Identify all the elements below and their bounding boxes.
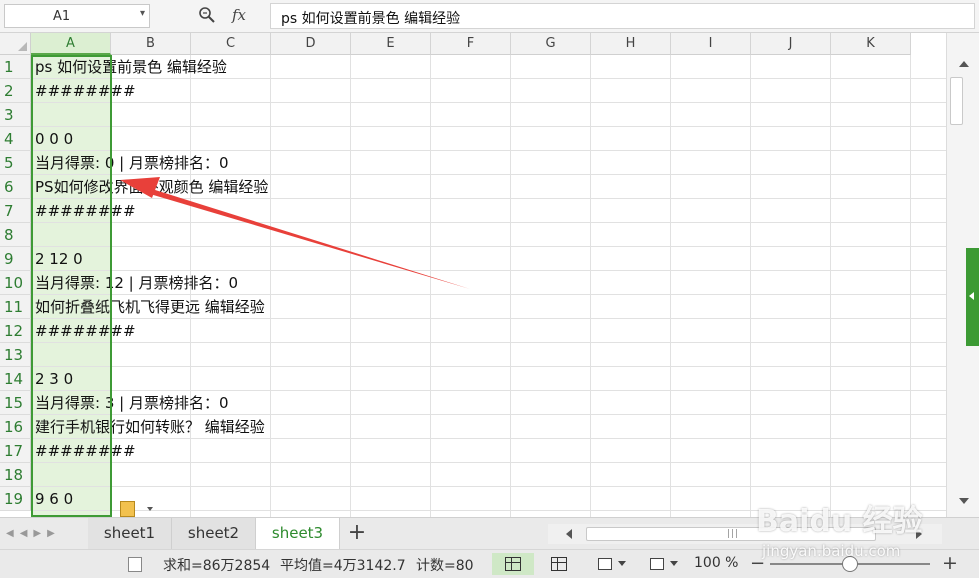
row-header-18[interactable]: 18 [0, 463, 31, 487]
status-count: 计数=80 [416, 558, 474, 574]
watermark-url: jingyan.baidu.com [762, 542, 901, 560]
page-break-view-icon [551, 557, 567, 571]
row-header-11[interactable]: 11 [0, 295, 31, 319]
column-header-c[interactable]: C [191, 33, 271, 55]
scroll-up-icon[interactable] [959, 61, 969, 67]
column-gridline [590, 55, 591, 517]
tab-sheet2[interactable]: sheet2 [172, 518, 256, 549]
row-header-6[interactable]: 6 [0, 175, 31, 199]
formula-bar: A1 ▾ fx ps 如何设置前景色 编辑经验 [0, 0, 979, 33]
row-header-16[interactable]: 16 [0, 415, 31, 439]
column-header-k[interactable]: K [831, 33, 911, 55]
column-header-d[interactable]: D [271, 33, 351, 55]
scroll-down-icon[interactable] [959, 498, 969, 504]
column-header-f[interactable]: F [431, 33, 511, 55]
status-sum: 求和=86万2854 [163, 558, 271, 574]
select-all-corner[interactable] [0, 33, 31, 55]
sheet-nav-arrows-icon[interactable]: ◀◀▶▶ [6, 528, 86, 540]
column-header-i[interactable]: I [671, 33, 751, 55]
row-gridline [31, 486, 946, 487]
zoom-icon[interactable] [198, 5, 216, 25]
column-gridline [670, 55, 671, 517]
normal-view-button[interactable] [492, 553, 534, 575]
row-gridline [31, 366, 946, 367]
row-gridline [31, 102, 946, 103]
vertical-scroll-thumb[interactable] [950, 77, 963, 125]
column-gridline [910, 55, 911, 517]
chevron-down-icon[interactable] [670, 561, 678, 566]
row-gridline [31, 126, 946, 127]
tab-sheet1[interactable]: sheet1 [88, 518, 172, 549]
cell-reference: A1 [53, 9, 71, 24]
row-header-19[interactable]: 19 [0, 487, 31, 511]
column-header-g[interactable]: G [511, 33, 591, 55]
side-panel-toggle[interactable] [966, 248, 979, 346]
column-header-e[interactable]: E [351, 33, 431, 55]
column-header-a[interactable]: A [31, 33, 111, 55]
zoom-level[interactable]: 100 % [694, 555, 738, 571]
name-box[interactable]: A1 ▾ [4, 4, 150, 28]
row-gridline [31, 222, 946, 223]
row-header-7[interactable]: 7 [0, 199, 31, 223]
normal-view-icon [505, 557, 521, 571]
row-gridline [31, 342, 946, 343]
scroll-left-icon[interactable] [566, 529, 572, 539]
status-average: 平均值=4万3142.7 [280, 558, 406, 574]
row-header-4[interactable]: 4 [0, 127, 31, 151]
chevron-down-icon[interactable]: ▾ [140, 8, 145, 19]
formula-input[interactable]: ps 如何设置前景色 编辑经验 [270, 3, 975, 29]
row-header-13[interactable]: 13 [0, 343, 31, 367]
add-sheet-button[interactable]: + [344, 521, 370, 547]
row-header-8[interactable]: 8 [0, 223, 31, 247]
row-gridline [31, 246, 946, 247]
row-header-14[interactable]: 14 [0, 367, 31, 391]
row-header-2[interactable]: 2 [0, 79, 31, 103]
row-header-3[interactable]: 3 [0, 103, 31, 127]
page-layout-icon[interactable] [598, 558, 612, 570]
watermark-logo: Baidu 经验 [756, 504, 923, 539]
row-header-1[interactable]: 1 [0, 55, 31, 79]
row-header-5[interactable]: 5 [0, 151, 31, 175]
tab-sheet3[interactable]: sheet3 [256, 518, 340, 549]
row-header-17[interactable]: 17 [0, 439, 31, 463]
column-gridline [830, 55, 831, 517]
fx-icon[interactable]: fx [232, 6, 246, 24]
column-gridline [350, 55, 351, 517]
formula-tools: fx [196, 5, 262, 27]
row-gridline [31, 462, 946, 463]
row-header-12[interactable]: 12 [0, 319, 31, 343]
column-gridline [270, 55, 271, 517]
column-header-h[interactable]: H [591, 33, 671, 55]
column-selection-border [31, 55, 112, 517]
row-header-10[interactable]: 10 [0, 271, 31, 295]
column-gridline [510, 55, 511, 517]
document-icon[interactable] [128, 557, 142, 572]
column-header-b[interactable]: B [111, 33, 191, 55]
baidu-watermark: Baidu 经验 jingyan.baidu.com [756, 496, 956, 568]
column-header-j[interactable]: J [751, 33, 831, 55]
cell-area[interactable]: ps 如何设置前景色 编辑经验 ######## 0 0 0 当月得票: 0 | 月票… [31, 55, 946, 517]
chevron-down-icon[interactable] [618, 561, 626, 566]
spreadsheet-grid: ABCDEFGHIJK 1 2 3 4 5 6 7 8 9 10 11 12 13 14 15 16 17 18 1… [0, 33, 946, 517]
column-gridline [430, 55, 431, 517]
paste-options-icon[interactable] [120, 501, 156, 517]
row-header-15[interactable]: 15 [0, 391, 31, 415]
column-gridline [750, 55, 751, 517]
reading-mode-icon[interactable] [650, 558, 664, 570]
page-break-view-button[interactable] [538, 553, 580, 575]
row-header-9[interactable]: 9 [0, 247, 31, 271]
